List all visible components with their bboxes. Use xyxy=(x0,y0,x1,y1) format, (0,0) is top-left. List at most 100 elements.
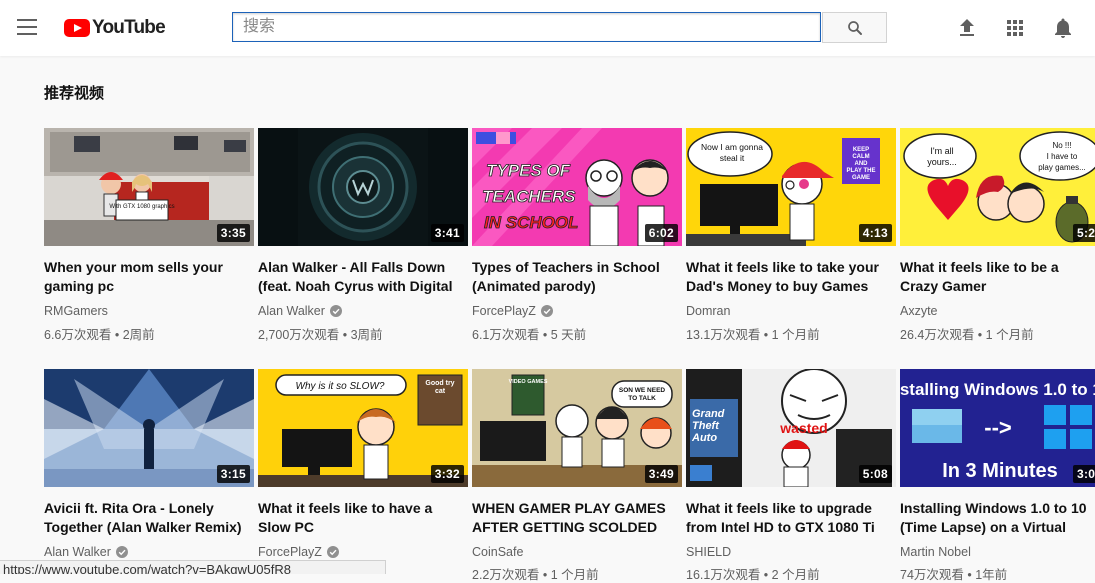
video-duration: 3:32 xyxy=(430,465,464,483)
thumb-title-line-1: TYPES OF xyxy=(486,161,571,180)
video-thumbnail[interactable]: Grand Theft Auto wasted 5:08 xyxy=(686,369,896,487)
channel-name-text: Alan Walker xyxy=(258,304,325,318)
video-duration: 3:35 xyxy=(216,224,250,242)
thumb-game-1: Grand xyxy=(692,408,725,420)
video-thumbnail[interactable]: VIDEO GAMES SON WE NEED TO TALK 3:49 xyxy=(472,369,682,487)
search-icon xyxy=(847,20,862,35)
verified-check-icon xyxy=(329,305,342,317)
video-thumbnail[interactable]: Installing Windows 1.0 to 10 --> In 3 Mi… xyxy=(900,369,1095,487)
video-card[interactable]: Grand Theft Auto wasted 5:08 What it fee… xyxy=(686,369,896,559)
verified-check-icon xyxy=(540,305,553,317)
video-metadata: 26.4万次观看 • 1 个月前 xyxy=(900,328,1034,342)
thumb-arrow: --> xyxy=(984,415,1012,440)
menu-icon[interactable] xyxy=(17,19,37,35)
thumb-title: Installing Windows 1.0 to 10 xyxy=(900,380,1095,399)
video-card[interactable]: TYPES OF TEACHERS IN SCHOOL 6:02 Types o… xyxy=(472,128,682,343)
video-card[interactable]: I'm all yours... No !!! I have to play g… xyxy=(900,128,1095,343)
video-title[interactable]: Avicii ft. Rita Ora - Lonely Together (A… xyxy=(44,499,254,537)
video-card[interactable]: 3:15 Avicii ft. Rita Ora - Lonely Togeth… xyxy=(44,369,254,559)
thumb-speech-1: I'm all xyxy=(930,146,953,156)
channel-name[interactable]: RMGamers xyxy=(44,304,254,318)
search-input[interactable] xyxy=(233,13,820,41)
thumb-speech-1: SON WE NEED xyxy=(619,387,666,394)
thumb-poster: VIDEO GAMES xyxy=(509,379,548,385)
video-card[interactable]: Now I am gonna steal it KEEP CALM AND PL… xyxy=(686,128,896,343)
thumb-title-line-2: TEACHERS xyxy=(482,187,576,206)
channel-name-text: SHIELD xyxy=(686,545,732,559)
thumbnail-image: Installing Windows 1.0 to 10 --> In 3 Mi… xyxy=(900,369,1095,487)
thumb-wasted-text: wasted xyxy=(779,420,827,436)
search-box[interactable] xyxy=(232,12,821,42)
video-thumbnail[interactable]: TYPES OF TEACHERS IN SCHOOL 6:02 xyxy=(472,128,682,246)
search-button[interactable] xyxy=(822,12,887,43)
thumb-poster-5: GAME xyxy=(852,175,870,181)
channel-name-text: RMGamers xyxy=(44,304,108,318)
video-title[interactable]: WHEN GAMER PLAY GAMES AFTER GETTING SCOL… xyxy=(472,499,682,537)
video-card[interactable]: Installing Windows 1.0 to 10 --> In 3 Mi… xyxy=(900,369,1095,559)
video-title[interactable]: What it feels like to take your Dad's Mo… xyxy=(686,258,896,296)
channel-name-text: Martin Nobel xyxy=(900,545,971,559)
video-metadata: 6.6万次观看 • 2周前 xyxy=(44,328,155,342)
logo-text: YouTube xyxy=(92,17,166,38)
video-title[interactable]: What it feels like to upgrade from Intel… xyxy=(686,499,896,537)
video-thumbnail[interactable]: Now I am gonna steal it KEEP CALM AND PL… xyxy=(686,128,896,246)
notifications-bell-icon[interactable] xyxy=(1051,16,1075,40)
video-duration: 4:13 xyxy=(858,224,892,242)
video-thumbnail[interactable]: 3:15 xyxy=(44,369,254,487)
channel-name[interactable]: Martin Nobel xyxy=(900,545,1095,559)
channel-name[interactable]: ForcePlayZ xyxy=(258,545,468,559)
upload-icon[interactable] xyxy=(955,16,979,40)
channel-name[interactable]: SHIELD xyxy=(686,545,896,559)
video-thumbnail[interactable]: Why is it so SLOW? Good try cat 3:32 xyxy=(258,369,468,487)
thumbnail-image: I'm all yours... No !!! I have to play g… xyxy=(900,128,1095,246)
section-title: 推荐视频 xyxy=(44,85,105,102)
video-metadata: 2,700万次观看 • 3周前 xyxy=(258,328,383,342)
channel-name-text: ForcePlayZ xyxy=(258,545,322,559)
thumb-speech-4: I have to xyxy=(1047,152,1078,161)
video-duration: 3:49 xyxy=(644,465,678,483)
video-card[interactable]: With GTX 1080 graphics 3:35 When your mo… xyxy=(44,128,254,343)
video-title[interactable]: Installing Windows 1.0 to 10 (Time Lapse… xyxy=(900,499,1095,537)
thumb-poster-1: KEEP xyxy=(853,147,869,153)
channel-name[interactable]: CoinSafe xyxy=(472,545,682,559)
video-duration: 5:2 xyxy=(1073,224,1095,242)
channel-name[interactable]: ForcePlayZ xyxy=(472,304,682,318)
thumb-subtitle: In 3 Minutes xyxy=(942,460,1058,482)
thumb-meme-1: Good try xyxy=(425,380,454,387)
channel-name[interactable]: Alan Walker xyxy=(44,545,254,559)
video-card[interactable]: Why is it so SLOW? Good try cat 3:32 Wha… xyxy=(258,369,468,559)
thumb-speech-2: steal it xyxy=(720,153,745,163)
thumb-caption: With GTX 1080 graphics xyxy=(109,204,174,210)
play-logo-icon xyxy=(64,19,90,37)
video-title[interactable]: What it feels like to have a Slow PC xyxy=(258,499,468,537)
video-title[interactable]: What it feels like to be a Crazy Gamer xyxy=(900,258,1095,296)
apps-grid-icon[interactable] xyxy=(1003,16,1027,40)
video-title[interactable]: Alan Walker - All Falls Down (feat. Noah… xyxy=(258,258,468,296)
video-title[interactable]: When your mom sells your gaming pc xyxy=(44,258,254,296)
thumb-speech-1: Why is it so SLOW? xyxy=(296,381,385,392)
video-thumbnail[interactable]: With GTX 1080 graphics 3:35 xyxy=(44,128,254,246)
thumb-game-2: Theft xyxy=(692,420,720,432)
thumb-poster-2: CALM xyxy=(852,154,869,160)
video-card[interactable]: VIDEO GAMES SON WE NEED TO TALK 3:49 WHE… xyxy=(472,369,682,559)
thumb-speech-1: Now I am gonna xyxy=(701,142,763,152)
verified-check-icon xyxy=(326,546,339,558)
video-thumbnail[interactable]: I'm all yours... No !!! I have to play g… xyxy=(900,128,1095,246)
thumb-meme-2: cat xyxy=(435,388,446,395)
thumb-title-line-3: IN SCHOOL xyxy=(484,213,578,232)
channel-name[interactable]: Alan Walker xyxy=(258,304,468,318)
video-title[interactable]: Types of Teachers in School (Animated pa… xyxy=(472,258,682,296)
thumb-speech-2: yours... xyxy=(927,157,957,167)
channel-name[interactable]: Domran xyxy=(686,304,896,318)
video-metadata: 6.1万次观看 • 5 天前 xyxy=(472,328,587,342)
thumb-speech-2: TO TALK xyxy=(628,395,656,402)
youtube-logo[interactable]: YouTube xyxy=(64,16,166,40)
channel-name[interactable]: Axzyte xyxy=(900,304,1095,318)
video-duration: 3:41 xyxy=(430,224,464,242)
thumb-game-3: Auto xyxy=(691,432,717,444)
video-card[interactable]: 3:41 Alan Walker - All Falls Down (feat.… xyxy=(258,128,468,343)
link-status-bar: https://www.youtube.com/watch?v=BAkgwU05… xyxy=(0,560,386,574)
verified-check-icon xyxy=(115,546,128,558)
video-thumbnail[interactable]: 3:41 xyxy=(258,128,468,246)
channel-name-text: ForcePlayZ xyxy=(472,304,536,318)
